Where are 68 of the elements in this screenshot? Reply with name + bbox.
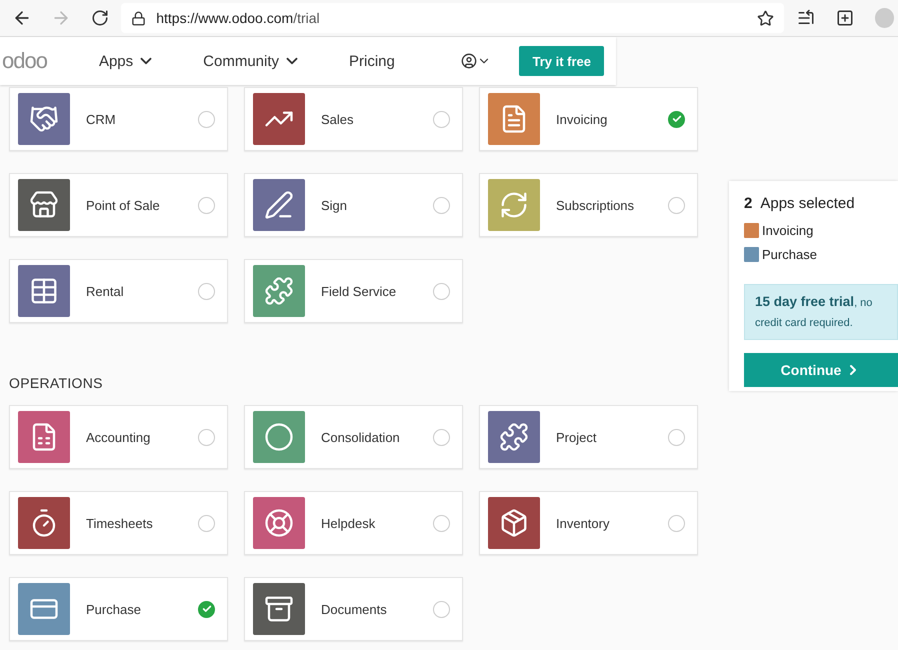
nav-menu[interactable]: Apps [98, 52, 156, 70]
app-card[interactable]: Sales [244, 87, 463, 151]
nav-menu[interactable]: Community [203, 52, 302, 70]
app-card[interactable]: Field Service [244, 259, 463, 323]
app-name: Subscriptions [556, 198, 636, 212]
app-name: Documents [321, 602, 388, 616]
selected-app: Invoicing [762, 222, 814, 238]
app-card[interactable]: CRM [9, 87, 228, 151]
select-radio[interactable] [433, 282, 450, 300]
selected-count: 2 [744, 195, 752, 212]
app-name: Point of Sale [86, 198, 161, 212]
select-radio[interactable] [433, 196, 450, 214]
lock-icon [131, 10, 146, 26]
app-name: Invoicing [556, 112, 608, 126]
select-radio[interactable] [198, 110, 215, 128]
reload-icon[interactable] [90, 9, 109, 27]
app-card[interactable]: Helpdesk [244, 491, 463, 555]
app-name: Purchase [86, 602, 142, 616]
collections-icon[interactable] [836, 9, 854, 27]
select-radio[interactable] [198, 282, 215, 300]
app-name: Timesheets [86, 516, 154, 530]
app-card[interactable]: Point of Sale [9, 173, 228, 237]
app-card[interactable]: Rental [9, 259, 228, 323]
trial-notice: 15 day free trial, no credit card required. [744, 284, 898, 340]
select-radio[interactable] [668, 196, 685, 214]
app-card[interactable]: Consolidation [244, 405, 463, 469]
app-card[interactable]: Accounting [9, 405, 228, 469]
select-radio[interactable] [433, 110, 450, 128]
app-card[interactable]: Documents [244, 577, 463, 641]
user-icon[interactable] [461, 53, 478, 69]
app-card[interactable]: Subscriptions [479, 173, 698, 237]
url-text: https://www.odoo.com/trial [156, 10, 321, 26]
select-radio[interactable] [433, 600, 450, 618]
select-radio[interactable] [198, 600, 215, 618]
selected-app: Purchase [762, 246, 817, 262]
nav-menu[interactable]: Pricing [349, 52, 395, 70]
check-icon [672, 114, 682, 124]
app-card[interactable]: Timesheets [9, 491, 228, 555]
summary-heading: Apps selected [760, 195, 855, 212]
select-radio[interactable] [198, 514, 215, 532]
app-name: Helpdesk [321, 516, 376, 530]
app-card[interactable]: Inventory [479, 491, 698, 555]
favorites-icon[interactable] [796, 9, 815, 27]
app-card[interactable]: Sign [244, 173, 463, 237]
add-favorite-icon[interactable] [757, 10, 774, 26]
select-radio[interactable] [433, 514, 450, 532]
app-name: Accounting [86, 430, 152, 444]
check-icon [202, 604, 212, 614]
select-radio[interactable] [668, 514, 685, 532]
app-name: CRM [86, 112, 117, 126]
app-name: Project [556, 430, 598, 444]
app-name: Rental [86, 284, 125, 298]
app-card[interactable]: Purchase [9, 577, 228, 641]
app-card[interactable]: Invoicing [479, 87, 698, 151]
app-card[interactable]: Project [479, 405, 698, 469]
app-name: Sign [321, 198, 348, 212]
app-name: Sales [321, 112, 355, 126]
app-name: Field Service [321, 284, 398, 298]
app-name: Inventory [556, 516, 610, 530]
address-bar[interactable]: https://www.odoo.com/trial [121, 3, 784, 33]
select-radio[interactable] [668, 428, 685, 446]
select-radio[interactable] [198, 428, 215, 446]
app-name: Consolidation [321, 430, 401, 444]
section-title: OPERATIONS [9, 375, 104, 391]
select-radio[interactable] [668, 110, 685, 128]
select-radio[interactable] [433, 428, 450, 446]
select-radio[interactable] [198, 196, 215, 214]
profile-avatar[interactable] [874, 8, 894, 28]
